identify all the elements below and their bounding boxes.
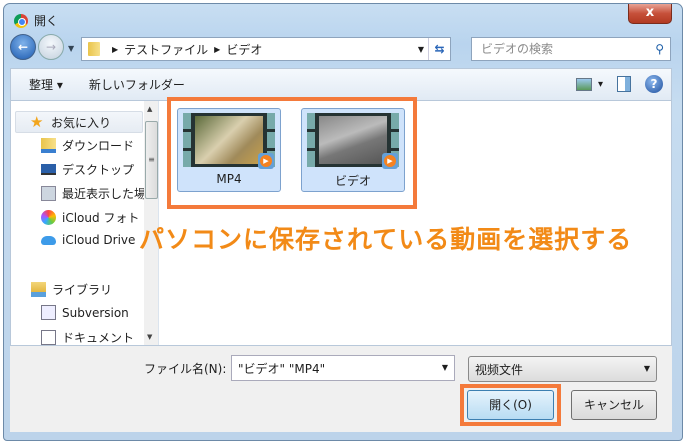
sidebar-item-subversion[interactable]: Subversion [41,305,129,320]
document-icon [41,305,56,320]
breadcrumb-item[interactable]: テストファイル [124,41,208,58]
refresh-icon[interactable]: ⇆ [428,38,450,60]
scrollbar-thumb[interactable]: ≡ [145,121,158,199]
sidebar-item-favorites[interactable]: ★ お気に入り [15,111,143,133]
sidebar-item-downloads[interactable]: ダウンロード [41,137,134,154]
scroll-down-icon[interactable]: ▼ [147,333,152,341]
folder-icon [88,42,100,56]
cancel-button[interactable]: キャンセル [571,390,657,420]
window-title: 開く [34,14,59,28]
title-bar: 開く [14,12,58,29]
forward-button[interactable]: → [38,34,64,60]
sidebar-item-documents[interactable]: ドキュメント [41,329,134,345]
close-button[interactable]: x [628,4,672,24]
sidebar-item-recent[interactable]: 最近表示した場所 [41,185,158,202]
desktop-icon [41,164,56,175]
icloud-drive-icon [41,235,56,245]
download-folder-icon [41,138,56,153]
back-button[interactable]: ← [10,34,36,60]
recent-places-icon [41,186,56,201]
change-view-icon[interactable] [575,77,592,91]
sidebar-item-icloud-photos[interactable]: iCloud フォト [41,209,139,226]
search-input[interactable]: ビデオの検索 ⚲ [471,37,671,61]
organize-button[interactable]: 整理 ▾ [11,76,75,93]
chrome-icon [14,13,28,28]
address-dropdown[interactable]: ▼ [418,45,424,54]
breadcrumb-item[interactable]: ビデオ [226,41,262,58]
chevron-down-icon[interactable]: ▼ [644,364,650,373]
new-folder-button[interactable]: 新しいフォルダー [75,76,197,93]
file-type-select[interactable]: 视频文件 ▼ [468,356,657,382]
address-bar[interactable]: ▶ テストファイル ▶ ビデオ ▼ ⇆ [81,37,451,61]
navigation-pane: ★ お気に入り ダウンロード デスクトップ 最近表示した場所 iCloud フォト… [11,101,159,345]
view-dropdown[interactable]: ▾ [598,79,603,90]
document-icon [41,330,56,345]
help-icon[interactable]: ? [645,75,663,93]
sidebar-item-libraries[interactable]: ライブラリ [31,281,112,298]
open-highlight-box [460,384,561,426]
filename-input[interactable]: "ビデオ" "MP4" ▼ [231,355,455,381]
annotation-text: パソコンに保存されている動画を選択する [139,225,633,254]
recent-pages-dropdown[interactable]: ▼ [68,44,74,53]
search-icon[interactable]: ⚲ [655,38,664,60]
library-icon [31,282,46,297]
sidebar-item-icloud-drive[interactable]: iCloud Drive [41,233,135,247]
star-icon: ★ [30,112,44,131]
filename-label: ファイル名(N): [144,362,227,376]
files-highlight-box [167,97,417,209]
scroll-up-icon[interactable]: ▲ [147,105,152,113]
sidebar-item-desktop[interactable]: デスクトップ [41,161,134,178]
preview-pane-icon[interactable] [617,76,631,92]
chevron-down-icon[interactable]: ▼ [442,363,448,372]
icloud-photos-icon [41,210,56,225]
